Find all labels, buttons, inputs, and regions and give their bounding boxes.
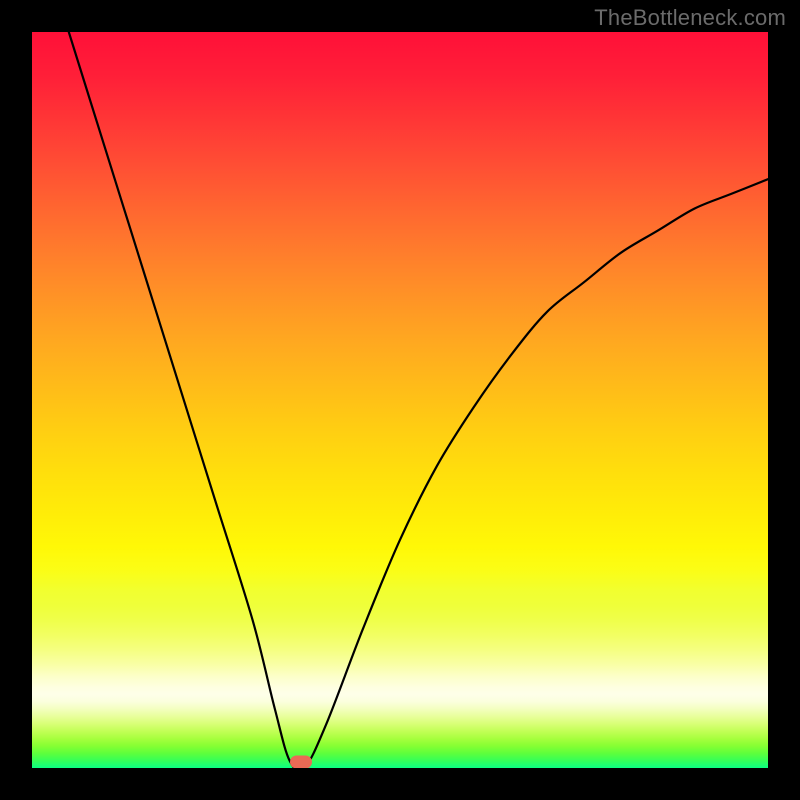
bottleneck-curve <box>69 32 768 768</box>
chart-frame: TheBottleneck.com <box>0 0 800 800</box>
watermark-text: TheBottleneck.com <box>594 5 786 31</box>
plot-area <box>32 32 768 768</box>
optimal-point-marker <box>290 756 312 768</box>
curve-svg <box>32 32 768 768</box>
